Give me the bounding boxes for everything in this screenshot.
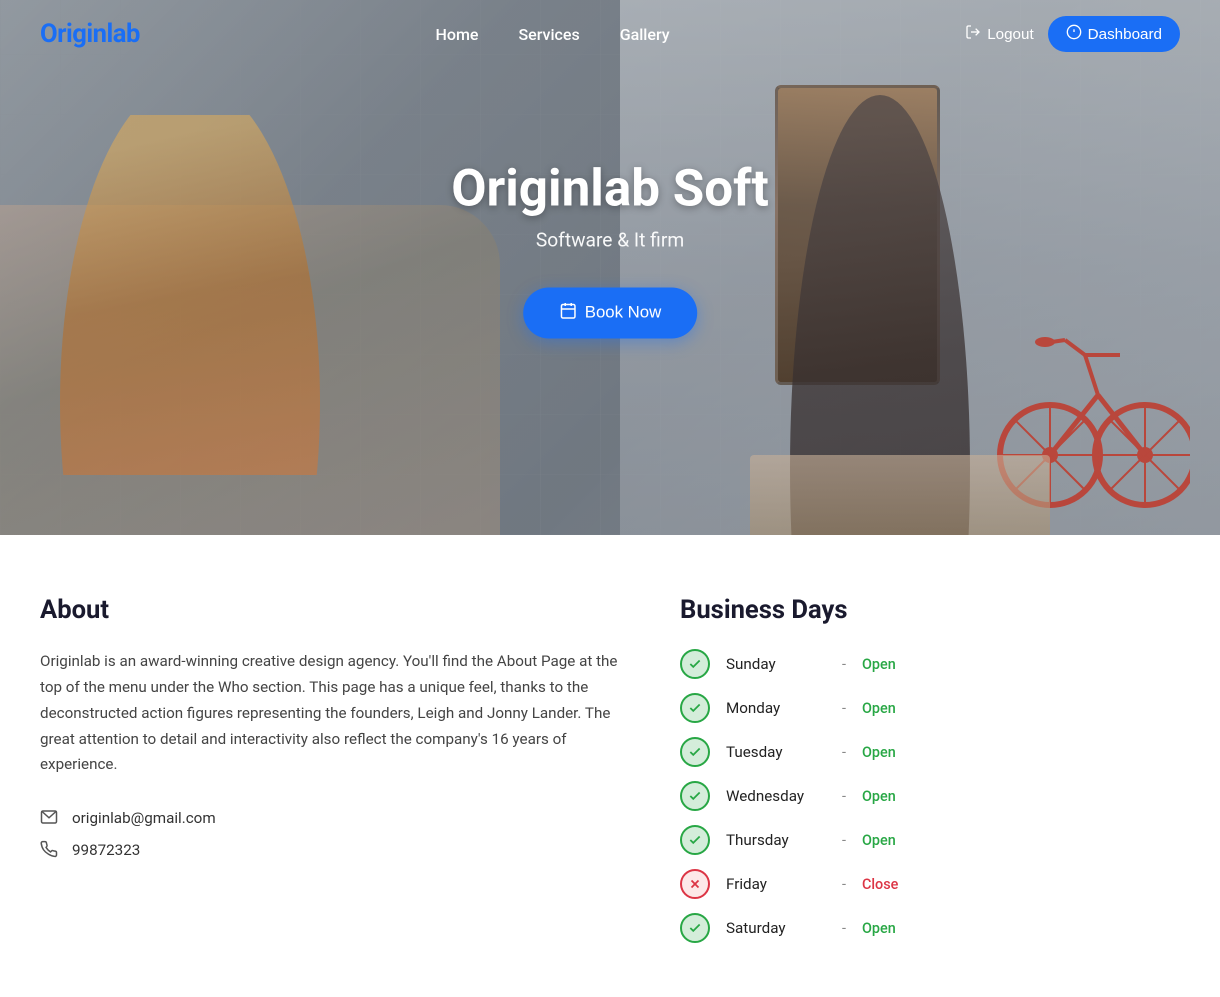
book-now-button[interactable]: Book Now <box>523 287 697 338</box>
hero-title: Originlab Soft <box>451 157 769 218</box>
hero-subtitle: Software & It firm <box>451 228 769 251</box>
day-status: Open <box>862 920 896 937</box>
hero-desk <box>750 455 1050 535</box>
open-badge <box>680 737 710 767</box>
email-value: originlab@gmail.com <box>72 809 216 827</box>
phone-contact: 99872323 <box>40 840 620 860</box>
day-row: Friday-Close <box>680 869 1180 899</box>
open-badge <box>680 825 710 855</box>
hero-content: Originlab Soft Software & It firm Book N… <box>451 157 769 338</box>
dashboard-icon <box>1066 24 1082 44</box>
day-name: Monday <box>726 699 826 717</box>
dashboard-button[interactable]: Dashboard <box>1048 16 1180 52</box>
open-badge <box>680 649 710 679</box>
day-row: Thursday-Open <box>680 825 1180 855</box>
calendar-icon <box>559 301 577 324</box>
day-row: Tuesday-Open <box>680 737 1180 767</box>
day-status: Close <box>862 876 898 893</box>
nav-link-home[interactable]: Home <box>436 25 479 44</box>
phone-value: 99872323 <box>72 841 140 859</box>
day-row: Monday-Open <box>680 693 1180 723</box>
day-status: Open <box>862 656 896 673</box>
days-list: Sunday-OpenMonday-OpenTuesday-OpenWednes… <box>680 649 1180 943</box>
about-column: About Originlab is an award-winning crea… <box>40 595 620 957</box>
open-badge <box>680 913 710 943</box>
hero-section: Originlab Soft Software & It firm Book N… <box>0 0 1220 535</box>
day-name: Friday <box>726 875 826 893</box>
day-separator: - <box>842 700 846 717</box>
nav-links: Home Services Gallery <box>436 25 670 44</box>
day-separator: - <box>842 920 846 937</box>
logout-button[interactable]: Logout <box>965 24 1033 44</box>
nav-link-services[interactable]: Services <box>518 25 579 44</box>
day-separator: - <box>842 656 846 673</box>
business-days-title: Business Days <box>680 595 1180 625</box>
day-separator: - <box>842 876 846 893</box>
email-contact: originlab@gmail.com <box>40 808 620 828</box>
day-name: Tuesday <box>726 743 826 761</box>
day-row: Wednesday-Open <box>680 781 1180 811</box>
logo[interactable]: Originlab <box>40 19 140 49</box>
content-section: About Originlab is an award-winning crea… <box>0 535 1220 997</box>
closed-badge <box>680 869 710 899</box>
day-separator: - <box>842 744 846 761</box>
day-name: Wednesday <box>726 787 826 805</box>
day-row: Saturday-Open <box>680 913 1180 943</box>
navbar: Originlab Home Services Gallery Logout D… <box>0 0 1220 68</box>
about-body: Originlab is an award-winning creative d… <box>40 649 620 778</box>
about-title: About <box>40 595 620 625</box>
open-badge <box>680 693 710 723</box>
email-icon <box>40 808 60 828</box>
day-name: Saturday <box>726 919 826 937</box>
day-name: Thursday <box>726 831 826 849</box>
nav-link-gallery[interactable]: Gallery <box>620 25 670 44</box>
day-separator: - <box>842 832 846 849</box>
logout-icon <box>965 24 981 44</box>
day-status: Open <box>862 700 896 717</box>
day-status: Open <box>862 832 896 849</box>
business-days-column: Business Days Sunday-OpenMonday-OpenTues… <box>680 595 1180 957</box>
day-status: Open <box>862 788 896 805</box>
day-separator: - <box>842 788 846 805</box>
day-name: Sunday <box>726 655 826 673</box>
phone-icon <box>40 840 60 860</box>
day-status: Open <box>862 744 896 761</box>
open-badge <box>680 781 710 811</box>
day-row: Sunday-Open <box>680 649 1180 679</box>
nav-right: Logout Dashboard <box>965 16 1180 52</box>
